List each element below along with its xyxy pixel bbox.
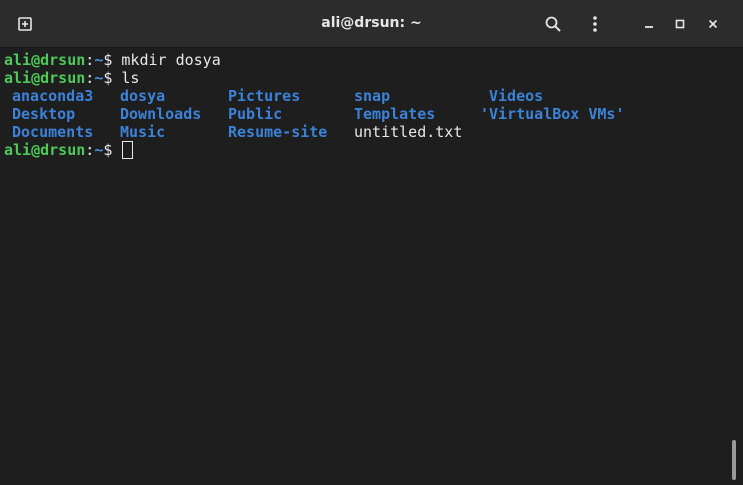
prompt-user: ali@drsun bbox=[4, 51, 86, 69]
maximize-icon bbox=[675, 19, 685, 29]
prompt-symbol: $ bbox=[103, 51, 122, 69]
new-tab-button[interactable] bbox=[10, 9, 40, 39]
ls-output-row: Documents Music Resume-site untitled.txt bbox=[4, 123, 728, 141]
prompt-user: ali@drsun bbox=[4, 141, 86, 159]
ls-entry-directory: anaconda3 bbox=[12, 87, 94, 105]
prompt-path: ~ bbox=[94, 141, 104, 159]
minimize-button[interactable] bbox=[634, 9, 664, 39]
prompt-symbol: $ bbox=[103, 69, 122, 87]
ls-entry-directory: Downloads bbox=[120, 105, 202, 123]
ls-entry-directory: Pictures bbox=[228, 87, 301, 105]
ls-entry-file: untitled.txt bbox=[354, 123, 463, 141]
kebab-menu-icon bbox=[593, 16, 597, 32]
search-icon bbox=[545, 16, 561, 32]
ls-entry-directory: Templates bbox=[354, 105, 436, 123]
minimize-icon bbox=[645, 26, 653, 28]
close-icon bbox=[708, 19, 718, 29]
ls-entry-directory: Music bbox=[120, 123, 166, 141]
ls-entry-directory: 'VirtualBox VMs' bbox=[480, 105, 625, 123]
prompt-colon: : bbox=[85, 141, 95, 159]
ls-entry-directory: Desktop bbox=[12, 105, 76, 123]
prompt-symbol: $ bbox=[103, 141, 122, 159]
scrollbar[interactable] bbox=[728, 48, 743, 485]
command-line: ali@drsun:~$ mkdir dosya bbox=[4, 51, 728, 69]
search-button[interactable] bbox=[538, 9, 568, 39]
ls-output-row: anaconda3 dosya Pictures snap Videos bbox=[4, 87, 728, 105]
ls-entry-directory: snap bbox=[354, 87, 391, 105]
menu-button[interactable] bbox=[580, 9, 610, 39]
text-cursor bbox=[122, 141, 134, 159]
title-bar[interactable]: ali@drsun: ~ bbox=[0, 0, 743, 48]
command-text: ls bbox=[121, 69, 140, 87]
close-button[interactable] bbox=[698, 9, 728, 39]
ls-entry-directory: Public bbox=[228, 105, 283, 123]
ls-output-row: Desktop Downloads Public Templates 'Virt… bbox=[4, 105, 728, 123]
maximize-button[interactable] bbox=[665, 9, 695, 39]
scrollbar-thumb[interactable] bbox=[732, 440, 736, 480]
command-line: ali@drsun:~$ ls bbox=[4, 69, 728, 87]
prompt-colon: : bbox=[85, 69, 95, 87]
ls-entry-directory: Resume-site bbox=[228, 123, 328, 141]
new-tab-icon bbox=[18, 17, 32, 31]
command-text: mkdir dosya bbox=[121, 51, 221, 69]
prompt-path: ~ bbox=[94, 69, 104, 87]
window-title: ali@drsun: ~ bbox=[321, 15, 422, 31]
prompt-user: ali@drsun bbox=[4, 69, 86, 87]
command-line: ali@drsun:~$ bbox=[4, 141, 728, 159]
ls-entry-directory: Documents bbox=[12, 123, 94, 141]
terminal-window: ali@drsun: ~ ali@drsun:~$ mkdir dosya al… bbox=[0, 0, 743, 485]
ls-entry-directory: dosya bbox=[120, 87, 166, 105]
prompt-path: ~ bbox=[94, 51, 104, 69]
ls-entry-directory: Videos bbox=[489, 87, 544, 105]
prompt-colon: : bbox=[85, 51, 95, 69]
terminal-output[interactable]: ali@drsun:~$ mkdir dosya ali@drsun:~$ ls… bbox=[0, 48, 728, 485]
